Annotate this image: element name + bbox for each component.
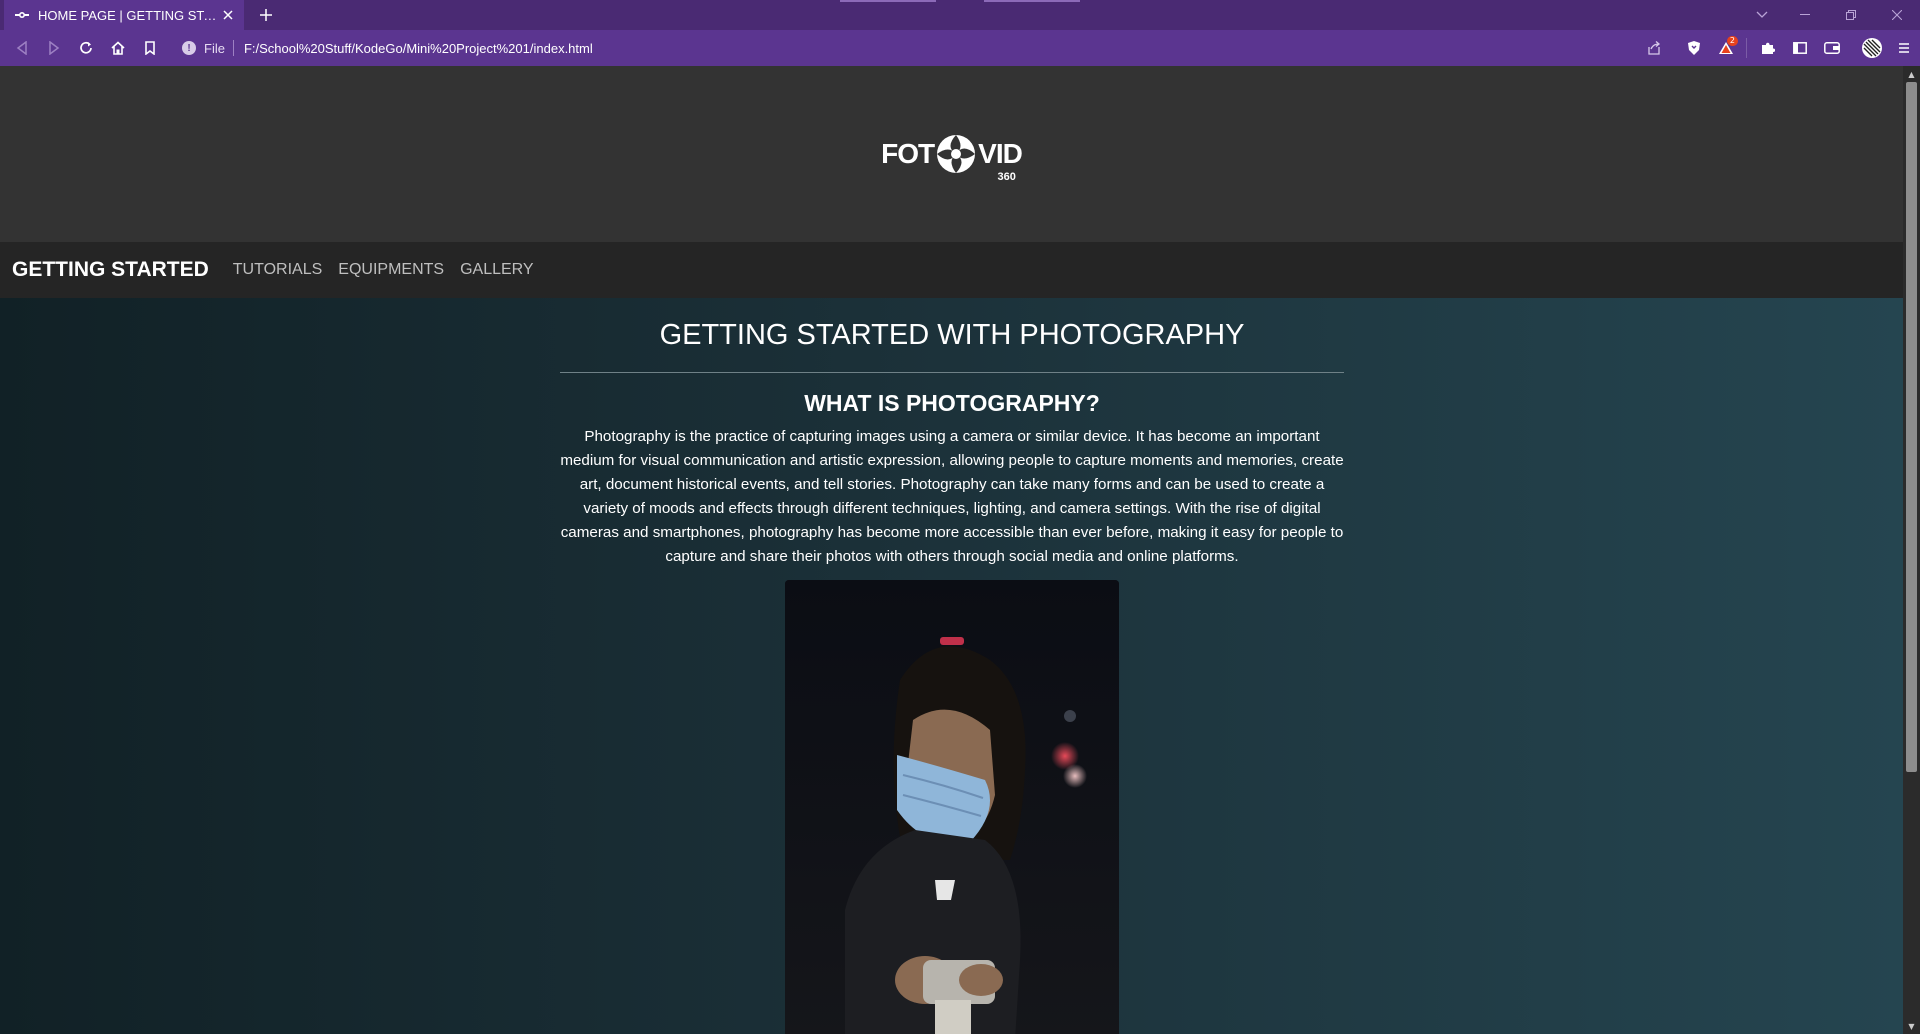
url-scheme-label: File [204,40,225,56]
notification-count-badge: 2 [1726,36,1738,46]
logo-subtext: 360 [997,171,1016,183]
browser-toolbar: ! File F:/School%20Stuff/KodeGo/Mini%20P… [0,30,1920,66]
wallet-icon[interactable] [1816,32,1848,64]
forward-icon[interactable] [38,32,70,64]
main-content: GETTING STARTED WITH PHOTOGRAPHY WHAT IS… [0,298,1903,1034]
profile-avatar-icon[interactable] [1856,32,1888,64]
content-column: GETTING STARTED WITH PHOTOGRAPHY WHAT IS… [560,298,1344,569]
tab-close-icon[interactable] [220,7,236,23]
url-text[interactable]: F:/School%20Stuff/KodeGo/Mini%20Project%… [244,41,593,56]
restore-icon[interactable] [1828,0,1874,30]
extensions-puzzle-icon[interactable] [1752,32,1784,64]
camera-aperture-icon [937,135,976,173]
scrollbar-thumb[interactable] [1906,82,1917,772]
main-menu-icon[interactable] [1888,32,1920,64]
page-scrollbar[interactable]: ▲ ▼ [1903,66,1920,1034]
scroll-down-icon[interactable]: ▼ [1903,1018,1920,1034]
logo-text-left: FOT [881,138,935,169]
window-drag-handle[interactable] [840,0,1080,2]
nav-tutorials[interactable]: TUTORIALS [233,261,323,279]
page-favicon-icon [14,7,30,23]
nav-getting-started[interactable]: GETTING STARTED [12,258,209,282]
site-info-icon[interactable]: ! [182,41,196,55]
site-header: FOT VID 360 [0,66,1903,242]
brave-shield-icon[interactable] [1678,32,1710,64]
minimize-icon[interactable] [1782,0,1828,30]
browser-tab-bar: HOME PAGE | GETTING STARTED [0,0,1920,30]
nav-gallery[interactable]: GALLERY [460,261,534,279]
photography-photo [785,580,1119,1034]
tab-list-chevron-icon[interactable] [1752,5,1772,25]
toolbar-right-group: 2 [1638,32,1920,64]
page-title: GETTING STARTED WITH PHOTOGRAPHY [659,319,1245,351]
sidebar-icon[interactable] [1784,32,1816,64]
back-icon[interactable] [6,32,38,64]
address-bar[interactable]: ! File F:/School%20Stuff/KodeGo/Mini%20P… [172,33,1722,63]
page-viewport: FOT VID 360 GETTING STARTED TUTORIALS EQ… [0,66,1903,1034]
close-window-icon[interactable] [1874,0,1920,30]
nav-equipments[interactable]: EQUIPMENTS [338,261,444,279]
home-icon[interactable] [102,32,134,64]
share-icon[interactable] [1638,32,1670,64]
title-divider [560,372,1344,373]
bookmark-icon[interactable] [134,32,166,64]
brave-rewards-icon[interactable]: 2 [1710,32,1742,64]
site-navbar: GETTING STARTED TUTORIALS EQUIPMENTS GAL… [0,242,1903,298]
section-paragraph: Photography is the practice of capturing… [560,428,1344,565]
window-controls [1782,0,1920,30]
logo-text-right: VID [978,138,1023,169]
section-heading: WHAT IS PHOTOGRAPHY? [804,390,1100,416]
new-tab-icon[interactable] [256,5,276,25]
reload-icon[interactable] [70,32,102,64]
browser-tab[interactable]: HOME PAGE | GETTING STARTED [4,0,244,30]
address-separator [232,40,234,56]
scroll-up-icon[interactable]: ▲ [1903,66,1920,82]
site-logo[interactable]: FOT VID 360 [881,133,1023,183]
tab-title: HOME PAGE | GETTING STARTED [38,7,220,23]
